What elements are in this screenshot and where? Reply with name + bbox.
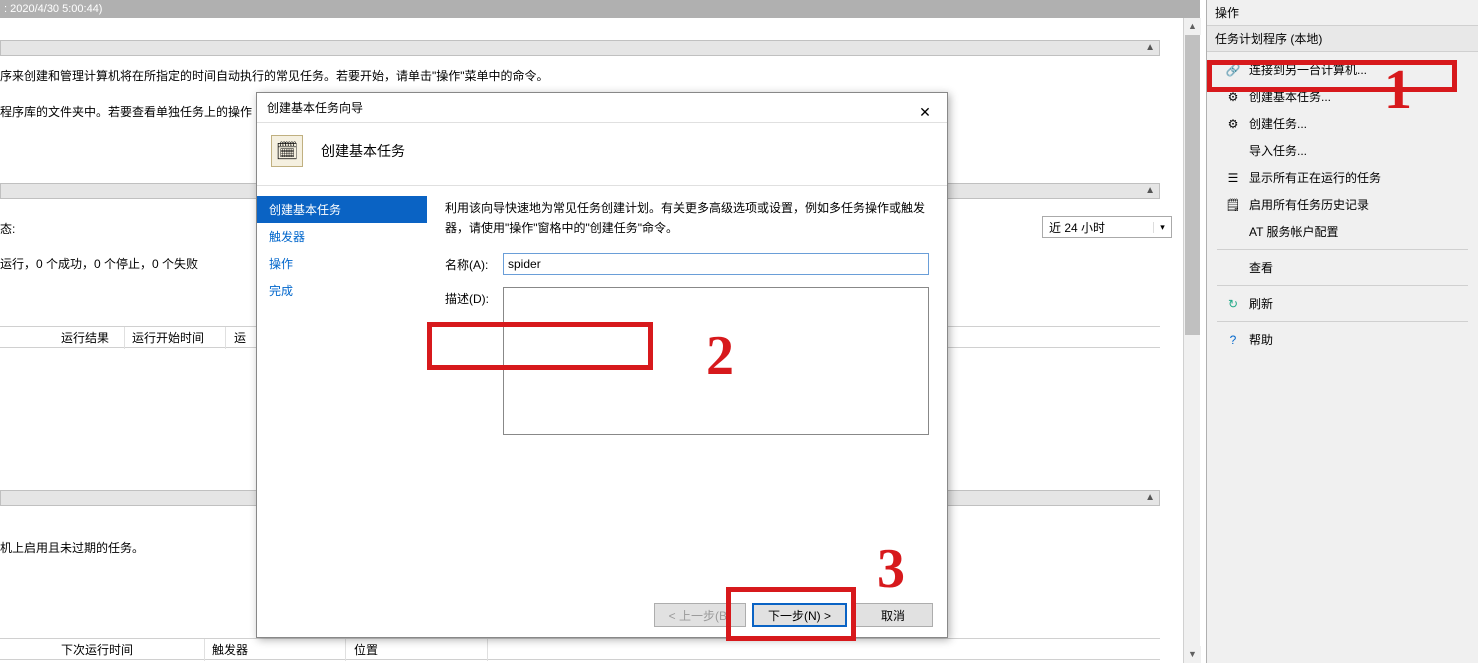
dialog-title-text: 创建基本任务向导 — [267, 101, 363, 115]
step-action[interactable]: 操作 — [257, 250, 427, 277]
list-icon: ☰ — [1225, 170, 1241, 186]
action-label: 启用所有任务历史记录 — [1249, 196, 1369, 213]
action-label: 查看 — [1249, 259, 1273, 276]
link-icon: 🔗 — [1225, 62, 1241, 78]
separator — [1217, 321, 1468, 322]
table-header-active: 下次运行时间 触发器 位置 — [0, 638, 1160, 660]
actions-pane: 操作 任务计划程序 (本地) 🔗 连接到另一台计算机... ⚙ 创建基本任务... … — [1206, 0, 1478, 663]
refresh-icon: ↻ — [1225, 296, 1241, 312]
action-label: 帮助 — [1249, 331, 1273, 348]
name-field[interactable] — [503, 253, 929, 275]
timeframe-dropdown[interactable]: 近 24 小时 ▾ — [1042, 216, 1172, 238]
cancel-button[interactable]: 取消 — [853, 603, 933, 627]
actions-title: 操作 — [1207, 0, 1478, 25]
actions-list: 🔗 连接到另一台计算机... ⚙ 创建基本任务... ⚙ 创建任务... 导入任务..… — [1207, 52, 1478, 357]
wizard-description: 利用该向导快速地为常见任务创建计划。有关更多高级选项或设置，例如多任务操作或触发… — [445, 198, 929, 239]
dialog-heading: 创建基本任务 — [321, 141, 405, 161]
vertical-scrollbar[interactable]: ▲ ▼ — [1183, 18, 1200, 663]
action-label: 创建基本任务... — [1249, 88, 1331, 105]
panel-header-overview: ▲ — [0, 40, 1160, 56]
dialog-titlebar: 创建基本任务向导 ✕ — [257, 93, 947, 123]
col-trigger[interactable]: 触发器 — [206, 639, 346, 661]
actions-scope: 任务计划程序 (本地) — [1207, 25, 1478, 52]
scroll-thumb[interactable] — [1185, 35, 1200, 335]
col-location[interactable]: 位置 — [348, 639, 488, 661]
collapse-icon[interactable]: ▲ — [1145, 492, 1155, 503]
action-label: 创建任务... — [1249, 115, 1307, 132]
back-button: < 上一步(B) — [654, 603, 746, 627]
close-icon[interactable]: ✕ — [909, 97, 941, 117]
desc-label: 描述(D): — [445, 287, 503, 307]
name-label: 名称(A): — [445, 253, 503, 273]
col-start[interactable]: 运行开始时间 — [126, 327, 226, 349]
chevron-down-icon[interactable]: ▾ — [1153, 222, 1171, 233]
wizard-steps: 创建基本任务 触发器 操作 完成 — [257, 186, 427, 620]
log-icon: 🗒 — [1225, 197, 1241, 213]
action-at-account[interactable]: AT 服务帐户配置 — [1207, 218, 1478, 245]
separator — [1217, 249, 1468, 250]
dialog-buttons: < 上一步(B) 下一步(N) > 取消 — [654, 603, 933, 627]
wizard-content: 利用该向导快速地为常见任务创建计划。有关更多高级选项或设置，例如多任务操作或触发… — [427, 186, 947, 620]
desc-field[interactable] — [503, 287, 929, 435]
action-label: 连接到另一台计算机... — [1249, 61, 1367, 78]
col-next[interactable]: 下次运行时间 — [55, 639, 205, 661]
separator — [1217, 285, 1468, 286]
step-finish[interactable]: 完成 — [257, 277, 427, 304]
help-icon: ? — [1225, 332, 1241, 348]
action-connect[interactable]: 🔗 连接到另一台计算机... — [1207, 56, 1478, 83]
action-import-task[interactable]: 导入任务... — [1207, 137, 1478, 164]
scroll-down-icon[interactable]: ▼ — [1184, 646, 1201, 663]
collapse-icon[interactable]: ▲ — [1145, 42, 1155, 53]
scroll-up-icon[interactable]: ▲ — [1184, 18, 1201, 35]
action-label: AT 服务帐户配置 — [1249, 223, 1339, 240]
gear-icon: ⚙ — [1225, 116, 1241, 132]
dialog-header: 🗓 创建基本任务 — [257, 123, 947, 186]
action-create-task[interactable]: ⚙ 创建任务... — [1207, 110, 1478, 137]
action-view[interactable]: 查看 — [1207, 254, 1478, 281]
dialog-body: 创建基本任务 触发器 操作 完成 利用该向导快速地为常见任务创建计划。有关更多高… — [257, 186, 947, 620]
dropdown-value: 近 24 小时 — [1043, 219, 1153, 236]
overview-text-1: 序来创建和管理计算机将在所指定的时间自动执行的常见任务。若要开始，请单击"操作"… — [0, 58, 1160, 88]
step-basic[interactable]: 创建基本任务 — [257, 196, 427, 223]
col-result[interactable]: 运行结果 — [55, 327, 125, 349]
blank-icon — [1225, 260, 1241, 276]
name-row: 名称(A): — [445, 253, 929, 275]
action-show-running[interactable]: ☰ 显示所有正在运行的任务 — [1207, 164, 1478, 191]
create-basic-task-wizard-dialog: 创建基本任务向导 ✕ 🗓 创建基本任务 创建基本任务 触发器 操作 完成 利用该… — [256, 92, 948, 638]
desc-row: 描述(D): — [445, 287, 929, 438]
action-label: 刷新 — [1249, 295, 1273, 312]
wizard-icon: 🗓 — [271, 135, 303, 167]
next-button[interactable]: 下一步(N) > — [752, 603, 847, 627]
action-label: 导入任务... — [1249, 142, 1307, 159]
action-label: 显示所有正在运行的任务 — [1249, 169, 1381, 186]
action-create-basic-task[interactable]: ⚙ 创建基本任务... — [1207, 83, 1478, 110]
step-trigger[interactable]: 触发器 — [257, 223, 427, 250]
blank-icon — [1225, 143, 1241, 159]
blank-icon — [1225, 224, 1241, 240]
collapse-icon[interactable]: ▲ — [1145, 185, 1155, 196]
action-enable-history[interactable]: 🗒 启用所有任务历史记录 — [1207, 191, 1478, 218]
window-titlebar: : 2020/4/30 5:00:44) — [0, 0, 1200, 18]
action-help[interactable]: ? 帮助 — [1207, 326, 1478, 353]
gear-icon: ⚙ — [1225, 89, 1241, 105]
action-refresh[interactable]: ↻ 刷新 — [1207, 290, 1478, 317]
